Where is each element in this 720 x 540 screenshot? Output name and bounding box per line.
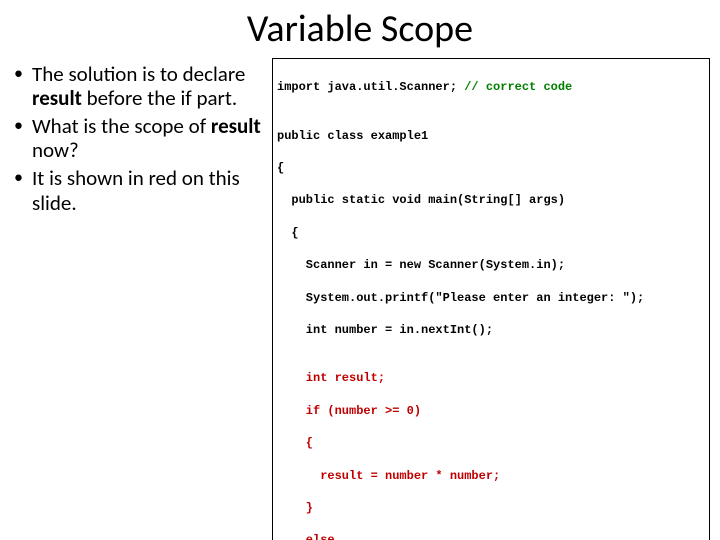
slide-body: • The solution is to declare result befo…: [0, 58, 720, 540]
code-line: public class example1: [277, 128, 705, 144]
slide-title: Variable Scope: [0, 0, 720, 58]
code-line: Scanner in = new Scanner(System.in);: [277, 257, 705, 273]
code-line: {: [277, 435, 705, 451]
code-line: {: [277, 225, 705, 241]
bullet-text: It is shown in red on this slide.: [32, 166, 262, 214]
code-line: }: [277, 500, 705, 516]
bullet-dot-icon: •: [14, 166, 32, 214]
code-line: if (number >= 0): [277, 403, 705, 419]
code-line: result = number * number;: [277, 468, 705, 484]
bullet-text: The solution is to declare result before…: [32, 62, 262, 110]
slide: Variable Scope • The solution is to decl…: [0, 0, 720, 540]
bullet-dot-icon: •: [14, 62, 32, 110]
bullet-item: • What is the scope of result now?: [14, 114, 262, 162]
code-line: public static void main(String[] args): [277, 192, 705, 208]
code-line: else: [277, 532, 705, 540]
code-box: import java.util.Scanner; // correct cod…: [272, 58, 710, 540]
code-line: int result;: [277, 370, 705, 386]
bullet-list: • The solution is to declare result befo…: [14, 58, 262, 540]
bullet-text: What is the scope of result now?: [32, 114, 262, 162]
bullet-dot-icon: •: [14, 114, 32, 162]
code-line: int number = in.nextInt();: [277, 322, 705, 338]
bullet-item: • The solution is to declare result befo…: [14, 62, 262, 110]
code-line: System.out.printf("Please enter an integ…: [277, 290, 705, 306]
bullet-item: • It is shown in red on this slide.: [14, 166, 262, 214]
code-line: {: [277, 160, 705, 176]
code-line: import java.util.Scanner; // correct cod…: [277, 79, 705, 95]
